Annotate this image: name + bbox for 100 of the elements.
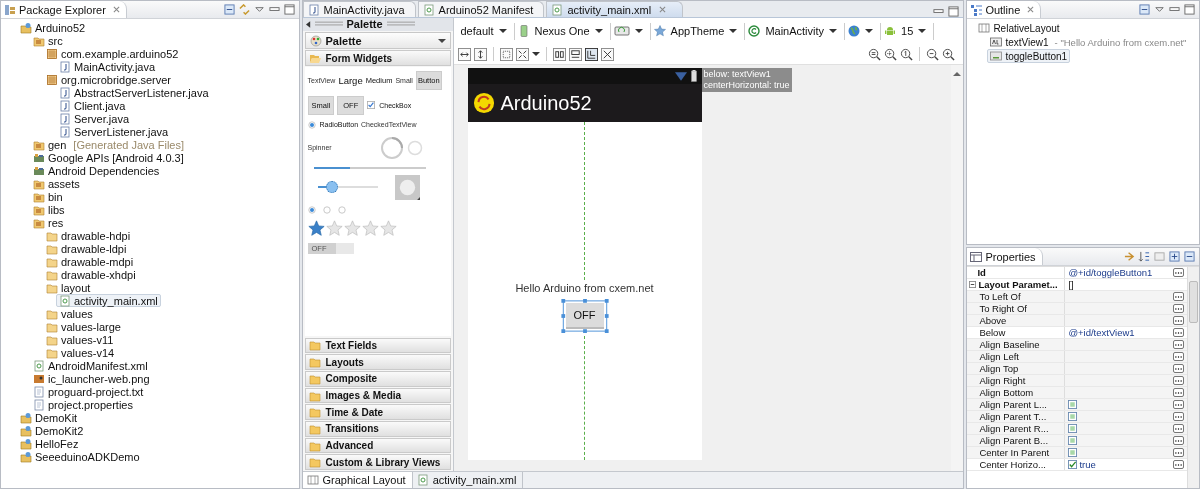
more-button[interactable] bbox=[1173, 364, 1184, 373]
more-button[interactable] bbox=[1173, 448, 1184, 457]
palette-dropdown[interactable]: Palette bbox=[304, 31, 451, 50]
property-value[interactable]: @+id/toggleButton1 bbox=[1068, 267, 1153, 278]
config-dropdown[interactable]: AppTheme bbox=[650, 22, 746, 40]
palette-section[interactable]: Transitions bbox=[304, 421, 451, 437]
palette-section[interactable]: Custom & Library Views bbox=[304, 454, 451, 471]
close-icon[interactable] bbox=[1027, 6, 1035, 13]
tree-item[interactable]: layout bbox=[43, 281, 94, 294]
layout-mode-icon[interactable] bbox=[568, 47, 582, 61]
view-tab[interactable]: Package Explorer bbox=[1, 1, 127, 18]
collapse-all-icon[interactable] bbox=[222, 4, 236, 15]
more-button[interactable] bbox=[1173, 400, 1184, 409]
tree-item[interactable]: com.example.arduino52 bbox=[43, 47, 182, 60]
tree-item[interactable]: Android Dependencies bbox=[30, 164, 163, 177]
tree-item[interactable]: bin bbox=[30, 190, 66, 203]
toggle-button[interactable]: OFF bbox=[565, 303, 604, 329]
fit-height-icon[interactable] bbox=[473, 47, 487, 61]
view-menu-icon[interactable] bbox=[1153, 4, 1166, 15]
text-view-sample[interactable]: Large bbox=[338, 75, 363, 86]
tree-item[interactable]: ServerListener.java bbox=[56, 125, 172, 138]
progress-circle-icon[interactable] bbox=[379, 136, 404, 160]
close-icon[interactable] bbox=[112, 6, 120, 13]
zoom-actual-icon[interactable] bbox=[900, 47, 914, 61]
maximize-icon[interactable] bbox=[1183, 4, 1196, 15]
editor-mode-tab[interactable]: activity_main.xml bbox=[412, 472, 524, 488]
view-menu-icon[interactable] bbox=[252, 4, 266, 15]
collapse-icon[interactable] bbox=[969, 281, 977, 288]
collapse-icon[interactable] bbox=[305, 20, 311, 28]
tree-item[interactable]: gen [Generated Java Files] bbox=[30, 138, 188, 151]
dropdown-arrow-icon[interactable] bbox=[531, 51, 540, 57]
collapse-all-icon[interactable] bbox=[1183, 251, 1196, 262]
tree-item[interactable]: Client.java bbox=[56, 99, 129, 112]
zoom-fit-icon[interactable] bbox=[868, 47, 882, 61]
layout-mode-icon[interactable] bbox=[584, 47, 598, 61]
config-dropdown[interactable]: default bbox=[457, 22, 515, 40]
radio-button[interactable] bbox=[337, 206, 346, 214]
tree-item[interactable]: AndroidManifest.xml bbox=[30, 359, 151, 372]
tree-item[interactable]: toggleButton1 bbox=[987, 49, 1071, 63]
grip-icon[interactable] bbox=[314, 21, 343, 28]
tree-item[interactable]: DemoKit bbox=[17, 411, 81, 424]
palette-section[interactable]: Images & Media bbox=[304, 387, 451, 404]
view-tab[interactable]: Properties bbox=[967, 248, 1043, 265]
checkbox[interactable] bbox=[1068, 448, 1078, 457]
tree-item[interactable]: values-v14 bbox=[43, 346, 118, 359]
tree-item[interactable]: libs bbox=[30, 203, 68, 216]
tree-item[interactable]: res bbox=[30, 216, 67, 229]
property-value[interactable]: @+id/textView1 bbox=[1068, 327, 1135, 338]
tree-item[interactable]: drawable-hdpi bbox=[43, 229, 134, 242]
text-view[interactable]: Hello Arduino from cxem.net bbox=[515, 282, 654, 294]
property-value[interactable]: true bbox=[1079, 459, 1096, 470]
tree-item[interactable]: DemoKit2 bbox=[17, 424, 87, 437]
config-dropdown[interactable]: Nexus One bbox=[514, 22, 611, 40]
maximize-icon[interactable] bbox=[282, 4, 296, 15]
tree-item[interactable]: AbstractServerListener.java bbox=[56, 86, 212, 99]
more-button[interactable] bbox=[1173, 412, 1184, 421]
config-dropdown[interactable]: 15 bbox=[881, 22, 935, 40]
tree-item[interactable]: MainActivity.java bbox=[56, 60, 159, 73]
close-icon[interactable] bbox=[659, 6, 667, 13]
resize-icon[interactable] bbox=[515, 47, 529, 61]
editor-tab[interactable]: MainActivity.java bbox=[302, 1, 416, 17]
scroll-up-icon[interactable] bbox=[953, 71, 962, 77]
seek-bar-thumb[interactable] bbox=[325, 181, 338, 194]
more-button[interactable] bbox=[1173, 292, 1184, 301]
editor-tab[interactable]: activity_main.xml bbox=[546, 1, 684, 17]
tree-item[interactable]: Arduino52 bbox=[17, 21, 89, 34]
more-button[interactable] bbox=[1173, 316, 1184, 325]
layout-mode-icon[interactable] bbox=[552, 47, 566, 61]
expand-all-icon[interactable] bbox=[1168, 251, 1181, 262]
more-button[interactable] bbox=[1173, 460, 1184, 469]
palette-section[interactable]: Layouts bbox=[304, 354, 451, 370]
tree-item[interactable]: values bbox=[43, 307, 96, 320]
palette-section[interactable]: Text Fields bbox=[304, 337, 451, 354]
more-button[interactable] bbox=[1173, 352, 1184, 361]
tree-item[interactable]: SeeeduinoADKDemo bbox=[17, 450, 143, 463]
checkbox[interactable] bbox=[1068, 412, 1078, 421]
checkbox[interactable] bbox=[1068, 424, 1078, 433]
tree-item[interactable]: values-large bbox=[43, 320, 124, 333]
tree-item[interactable]: drawable-ldpi bbox=[43, 242, 130, 255]
radio-button[interactable] bbox=[307, 206, 316, 214]
filter-icon[interactable] bbox=[1123, 251, 1136, 262]
tree-item[interactable]: assets bbox=[30, 177, 83, 190]
radio-button[interactable] bbox=[322, 206, 331, 214]
palette-section[interactable]: Time & Date bbox=[304, 404, 451, 420]
tree-item[interactable]: drawable-mdpi bbox=[43, 255, 137, 268]
view-tab[interactable]: Outline bbox=[967, 1, 1042, 18]
sort-icon[interactable] bbox=[1138, 251, 1151, 262]
more-button[interactable] bbox=[1173, 388, 1184, 397]
palette-section[interactable]: Form Widgets bbox=[304, 50, 451, 66]
more-button[interactable] bbox=[1173, 304, 1184, 313]
tree-item[interactable]: proguard-project.txt bbox=[30, 385, 147, 398]
config-dropdown[interactable]: MainActivity bbox=[745, 22, 846, 40]
tree-item[interactable]: textView1 - "Hello Arduino from cxem.net" bbox=[987, 35, 1190, 49]
scrollbar[interactable] bbox=[1187, 267, 1199, 488]
more-button[interactable] bbox=[1173, 424, 1184, 433]
tree-item[interactable]: Google APIs [Android 4.0.3] bbox=[30, 151, 187, 164]
more-button[interactable] bbox=[1173, 340, 1184, 349]
tree-item[interactable]: activity_main.xml bbox=[56, 294, 161, 307]
layout-mode-icon[interactable] bbox=[600, 47, 614, 61]
tree-item[interactable]: project.properties bbox=[30, 398, 136, 411]
